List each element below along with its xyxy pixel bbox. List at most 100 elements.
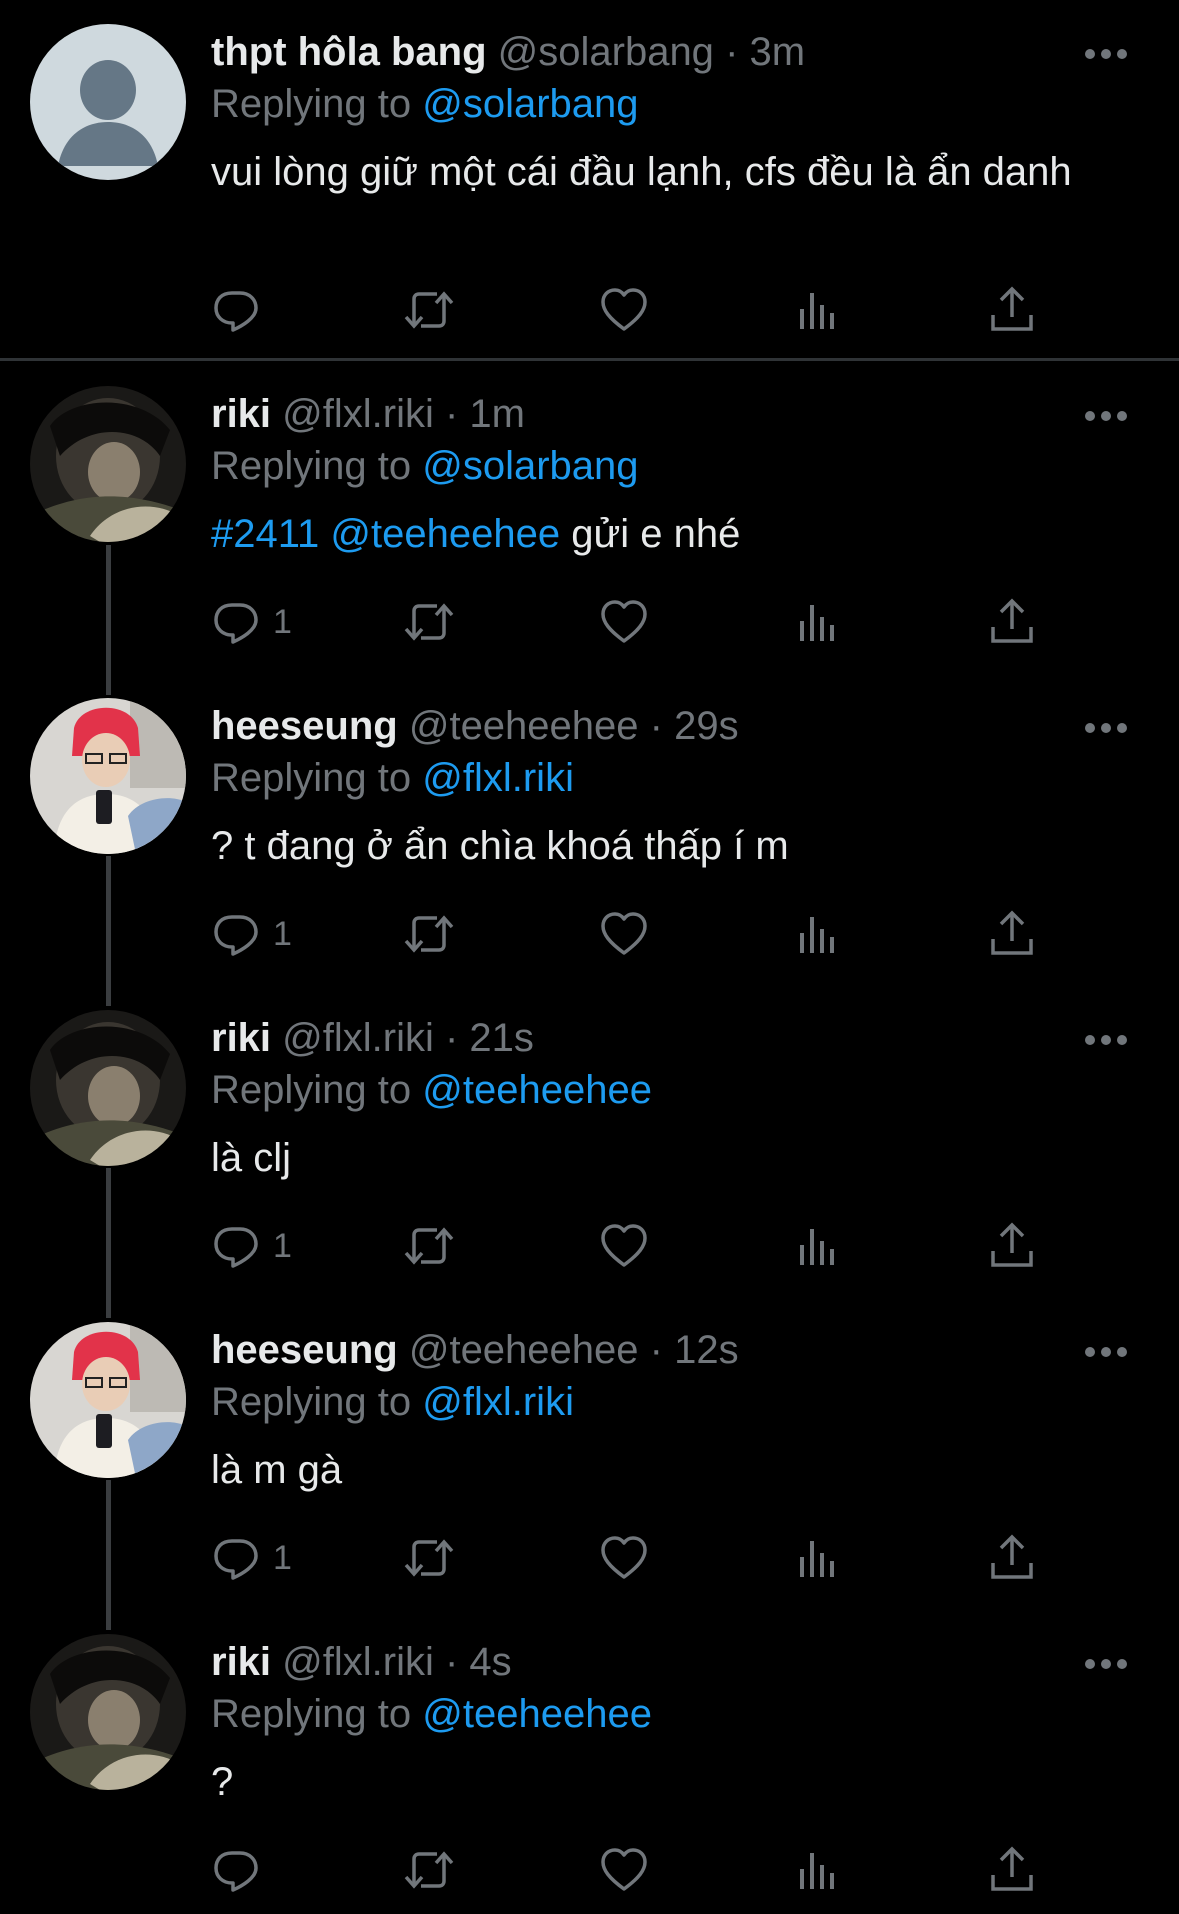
more-icon[interactable] (1083, 406, 1129, 426)
like-button[interactable] (599, 1528, 649, 1588)
replying-label: Replying to (211, 1380, 412, 1424)
display-name[interactable]: riki (211, 1016, 271, 1060)
handle[interactable]: @teeheehee (409, 1328, 639, 1372)
tweet-text: là m gà (211, 1448, 343, 1492)
share-icon (991, 598, 1033, 643)
share-button[interactable] (987, 1528, 1037, 1588)
reply-button[interactable] (211, 1840, 273, 1900)
timestamp[interactable]: · 4s (445, 1640, 512, 1684)
reply-icon (214, 1851, 258, 1892)
handle[interactable]: @solarbang (498, 30, 714, 74)
replying-mention[interactable]: @solarbang (422, 444, 638, 488)
share-button[interactable] (987, 280, 1037, 340)
reply-button[interactable]: 1 (211, 1528, 292, 1588)
handle[interactable]: @teeheehee (409, 704, 639, 748)
display-name[interactable]: heeseung (211, 704, 398, 748)
views-button[interactable] (793, 1216, 843, 1276)
reply-button[interactable] (211, 280, 273, 340)
replying-mention[interactable]: @flxl.riki (422, 756, 574, 800)
more-icon[interactable] (1083, 1654, 1129, 1674)
avatar[interactable] (30, 1634, 186, 1790)
reply-icon (214, 291, 258, 332)
retweet-icon (404, 291, 454, 329)
replying-to: Replying to @flxl.riki (211, 1376, 1119, 1428)
views-button[interactable] (793, 592, 843, 652)
replying-label: Replying to (211, 82, 412, 126)
tweet[interactable]: heeseung @teeheehee · 29s Replying to @f… (0, 698, 1179, 998)
tweet-thread: thpt hôla bang @solarbang · 3m Replying … (0, 0, 1179, 1914)
like-button[interactable] (599, 904, 649, 964)
tweet[interactable]: thpt hôla bang @solarbang · 3m Replying … (0, 24, 1179, 354)
retweet-button[interactable] (404, 904, 454, 964)
views-button[interactable] (793, 1840, 843, 1900)
reply-button[interactable]: 1 (211, 904, 292, 964)
action-bar (211, 1840, 1051, 1900)
replying-mention[interactable]: @flxl.riki (422, 1380, 574, 1424)
retweet-button[interactable] (404, 280, 454, 340)
action-bar: 1 (211, 1216, 1051, 1276)
replying-mention[interactable]: @teeheehee (422, 1692, 652, 1736)
avatar[interactable] (30, 698, 186, 854)
views-button[interactable] (793, 904, 843, 964)
avatar[interactable] (30, 1010, 186, 1166)
views-button[interactable] (793, 1528, 843, 1588)
avatar[interactable] (30, 24, 186, 180)
more-icon[interactable] (1083, 718, 1129, 738)
share-icon (991, 1222, 1033, 1267)
tweet-text: vui lòng giữ một cái đầu lạnh, cfs đều l… (211, 150, 1072, 194)
tweet-header: riki @flxl.riki · 21s (211, 1012, 1119, 1064)
timestamp[interactable]: · 1m (445, 392, 525, 436)
reply-button[interactable]: 1 (211, 592, 292, 652)
display-name[interactable]: riki (211, 392, 271, 436)
more-icon[interactable] (1083, 1030, 1129, 1050)
handle[interactable]: @flxl.riki (282, 392, 434, 436)
avatar[interactable] (30, 1322, 186, 1478)
like-button[interactable] (599, 280, 649, 340)
replying-to: Replying to @teeheehee (211, 1688, 1119, 1740)
mention-link[interactable]: @teeheehee (330, 512, 560, 556)
tweet[interactable]: heeseung @teeheehee · 12s Replying to @f… (0, 1322, 1179, 1622)
tweet[interactable]: riki @flxl.riki · 1m Replying to @solarb… (0, 386, 1179, 686)
share-button[interactable] (987, 1840, 1037, 1900)
tweet[interactable]: riki @flxl.riki · 21s Replying to @teehe… (0, 1010, 1179, 1310)
tweet-text: ? (211, 1760, 234, 1804)
display-name[interactable]: thpt hôla bang (211, 30, 487, 74)
retweet-button[interactable] (404, 592, 454, 652)
views-button[interactable] (793, 280, 843, 340)
timestamp[interactable]: · 12s (650, 1328, 739, 1372)
retweet-button[interactable] (404, 1528, 454, 1588)
hashtag-link[interactable]: #2411 (211, 512, 319, 556)
share-button[interactable] (987, 592, 1037, 652)
tweet[interactable]: riki @flxl.riki · 4s Replying to @teehee… (0, 1634, 1179, 1914)
riki-avatar-icon (30, 1634, 186, 1790)
replying-to: Replying to @solarbang (211, 78, 1119, 130)
handle[interactable]: @flxl.riki (282, 1016, 434, 1060)
timestamp[interactable]: · 29s (650, 704, 739, 748)
timestamp[interactable]: · 3m (725, 30, 805, 74)
views-icon (800, 293, 834, 329)
more-icon[interactable] (1083, 1342, 1129, 1362)
replying-to: Replying to @solarbang (211, 440, 1119, 492)
display-name[interactable]: riki (211, 1640, 271, 1684)
share-button[interactable] (987, 904, 1037, 964)
replying-label: Replying to (211, 1068, 412, 1112)
like-button[interactable] (599, 1216, 649, 1276)
more-icon[interactable] (1083, 44, 1129, 64)
heart-icon (601, 1224, 647, 1267)
handle[interactable]: @flxl.riki (282, 1640, 434, 1684)
retweet-button[interactable] (404, 1216, 454, 1276)
replying-mention[interactable]: @teeheehee (422, 1068, 652, 1112)
reply-count: 1 (273, 1226, 292, 1265)
reply-count: 1 (273, 914, 292, 953)
reply-button[interactable]: 1 (211, 1216, 292, 1276)
replying-mention[interactable]: @solarbang (422, 82, 638, 126)
share-button[interactable] (987, 1216, 1037, 1276)
like-button[interactable] (599, 1840, 649, 1900)
like-button[interactable] (599, 592, 649, 652)
retweet-button[interactable] (404, 1840, 454, 1900)
avatar[interactable] (30, 386, 186, 542)
heeseung-avatar-icon (30, 1322, 186, 1478)
reply-icon (214, 603, 258, 644)
timestamp[interactable]: · 21s (445, 1016, 534, 1060)
display-name[interactable]: heeseung (211, 1328, 398, 1372)
